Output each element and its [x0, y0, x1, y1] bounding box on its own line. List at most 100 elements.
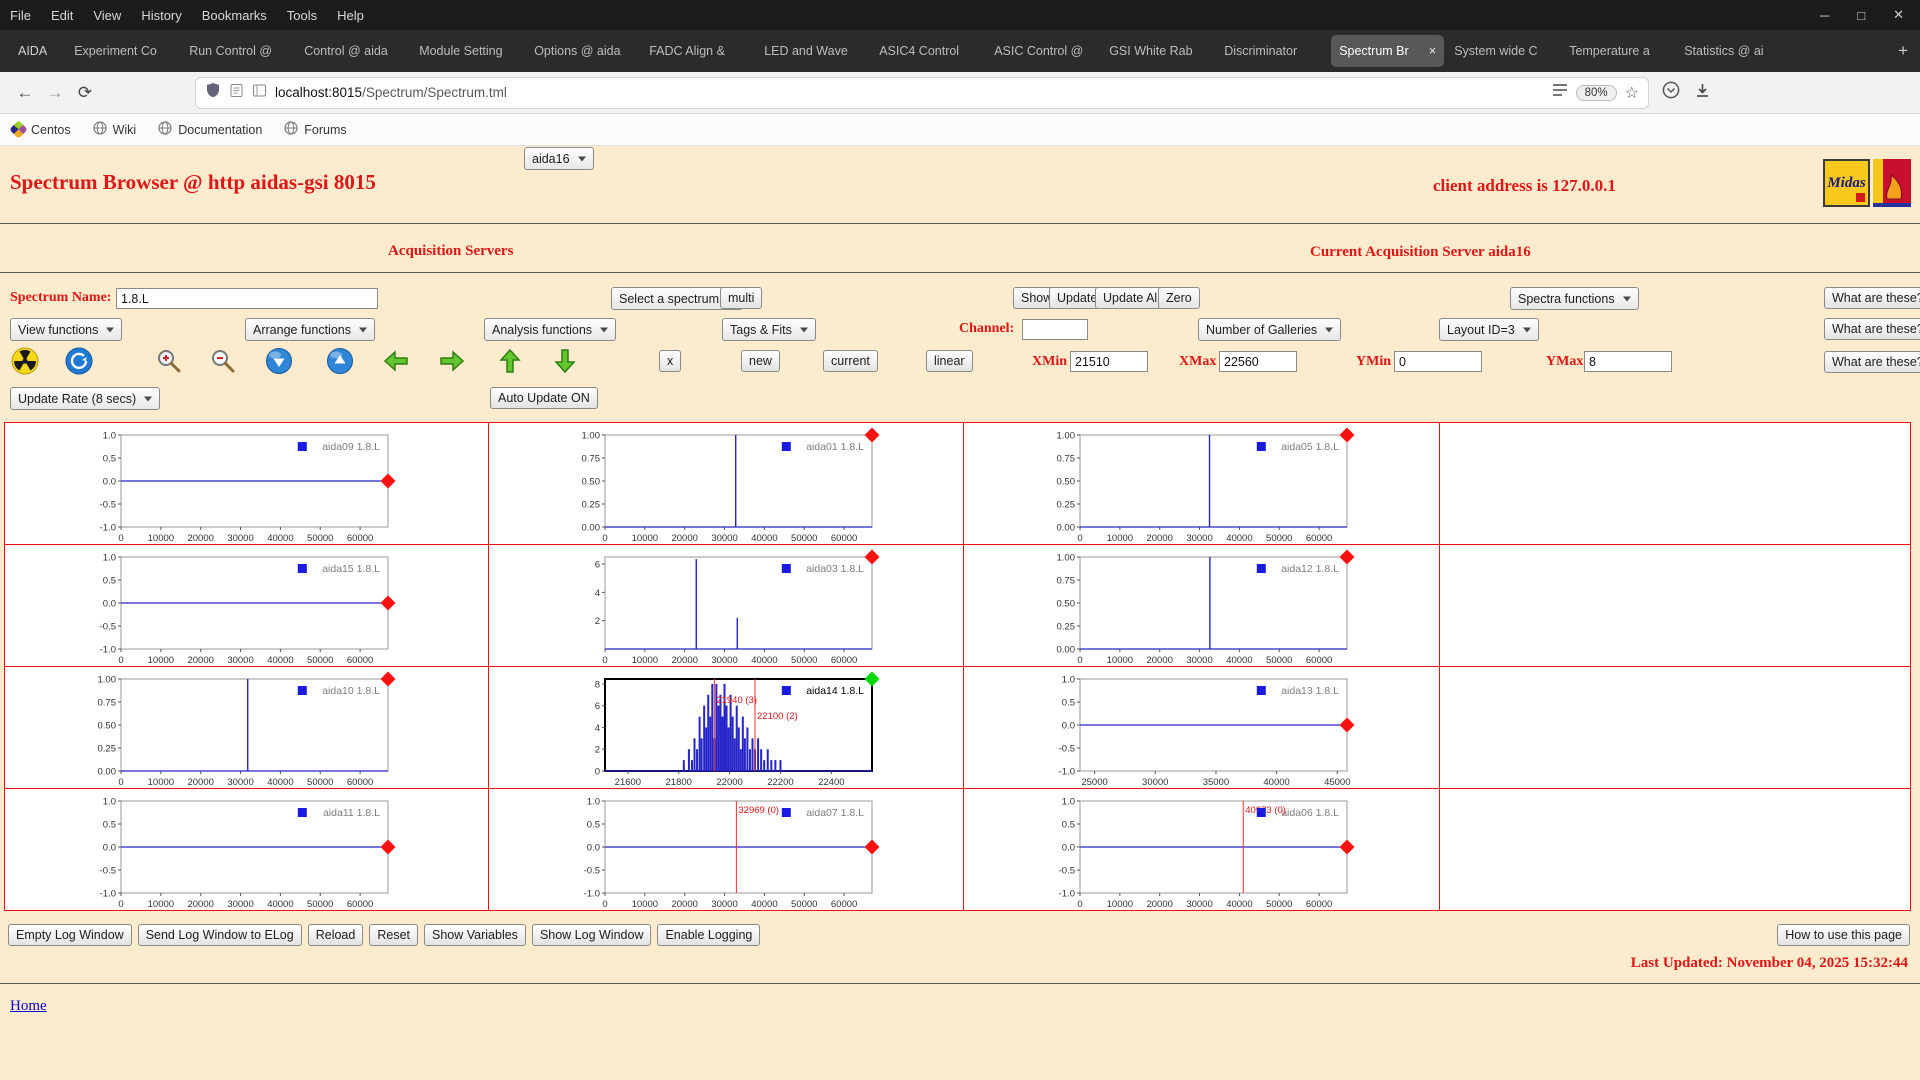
tab-fadc-align[interactable]: FADC Align & — [641, 35, 754, 67]
shield-icon[interactable] — [205, 82, 221, 103]
xmin-input[interactable] — [1070, 351, 1148, 372]
reload-button[interactable]: ⟳ — [70, 78, 100, 108]
reload-button[interactable]: Reload — [308, 924, 364, 946]
gallery-cell-aida07[interactable]: 1.00.50.0-0.5-1.001000020000300004000050… — [489, 789, 964, 911]
what-are-these-button[interactable]: What are these? — [1824, 287, 1920, 309]
radiation-icon[interactable] — [10, 346, 40, 376]
spectra-functions-dropdown[interactable]: Spectra functions — [1510, 287, 1639, 310]
spectrum-chart-aida10[interactable]: 1.000.750.500.250.0001000020000300004000… — [79, 671, 409, 789]
tab-gsi-white-rab[interactable]: GSI White Rab — [1101, 35, 1214, 67]
gallery-cell-aida14[interactable]: 86420216002180022000222002240021940 (3)2… — [489, 667, 964, 789]
gallery-cell-aida11[interactable]: 1.00.50.0-0.5-1.001000020000300004000050… — [5, 789, 489, 911]
tab-discriminator[interactable]: Discriminator — [1216, 35, 1329, 67]
tab-module-setting[interactable]: Module Setting — [411, 35, 524, 67]
tab-asic4-control[interactable]: ASIC4 Control — [871, 35, 984, 67]
sphere-down-icon[interactable] — [264, 346, 294, 376]
spectrum-chart-aida05[interactable]: 1.000.750.500.250.0001000020000300004000… — [1038, 427, 1368, 545]
spectrum-chart-aida11[interactable]: 1.00.50.0-0.5-1.001000020000300004000050… — [79, 793, 409, 911]
auto-update-button[interactable]: Auto Update ON — [490, 387, 598, 409]
tab-close-icon[interactable]: × — [1423, 44, 1436, 58]
spectrum-chart-aida14[interactable]: 86420216002180022000222002240021940 (3)2… — [563, 671, 893, 789]
show-variables-button[interactable]: Show Variables — [424, 924, 526, 946]
maximize-button[interactable]: □ — [1857, 8, 1865, 23]
gallery-cell-aida12[interactable]: 1.000.750.500.250.0001000020000300004000… — [964, 545, 1440, 667]
spectrum-chart-aida03[interactable]: 6420100002000030000400005000060000aida03… — [563, 549, 893, 667]
gallery-cell-aida13[interactable]: 1.00.50.0-0.5-1.025000300003500040000450… — [964, 667, 1440, 789]
spectrum-chart-aida13[interactable]: 1.00.50.0-0.5-1.025000300003500040000450… — [1038, 671, 1368, 789]
gallery-cell-aida01[interactable]: 1.000.750.500.250.0001000020000300004000… — [489, 423, 964, 545]
xmax-input[interactable] — [1219, 351, 1297, 372]
x-button[interactable]: x — [659, 350, 681, 372]
bookmark-centos[interactable]: Centos — [12, 123, 71, 137]
tab-options-aida[interactable]: Options @ aida — [526, 35, 639, 67]
arrow-right-icon[interactable] — [437, 346, 467, 376]
channel-input[interactable] — [1022, 319, 1088, 340]
linear-button[interactable]: linear — [926, 350, 973, 372]
menu-tools[interactable]: Tools — [277, 0, 327, 30]
what-are-these-button[interactable]: What are these? — [1824, 351, 1920, 373]
layout-id-dropdown[interactable]: Layout ID=3 — [1439, 318, 1539, 341]
menu-help[interactable]: Help — [327, 0, 374, 30]
back-button[interactable]: ← — [10, 78, 40, 108]
arrange-functions-dropdown[interactable]: Arrange functions — [245, 318, 375, 341]
how-to-use-button[interactable]: How to use this page — [1777, 924, 1910, 946]
gallery-cell-aida06[interactable]: 1.00.50.0-0.5-1.001000020000300004000050… — [964, 789, 1440, 911]
midas-logo[interactable]: Midas — [1823, 159, 1870, 207]
page-icon[interactable] — [229, 83, 244, 103]
zoom-remove-icon[interactable] — [208, 346, 238, 376]
gallery-cell-aida03[interactable]: 6420100002000030000400005000060000aida03… — [489, 545, 964, 667]
bookmark-documentation[interactable]: Documentation — [158, 121, 262, 138]
send-log-window-to-elog-button[interactable]: Send Log Window to ELog — [138, 924, 302, 946]
tab-temperature-a[interactable]: Temperature a — [1561, 35, 1674, 67]
url-field[interactable]: localhost:8015/Spectrum/Spectrum.tml 80%… — [196, 78, 1648, 108]
menu-file[interactable]: File — [0, 0, 41, 30]
spectrum-chart-aida01[interactable]: 1.000.750.500.250.0001000020000300004000… — [563, 427, 893, 545]
enable-logging-button[interactable]: Enable Logging — [657, 924, 760, 946]
menu-edit[interactable]: Edit — [41, 0, 83, 30]
what-are-these-button[interactable]: What are these? — [1824, 318, 1920, 340]
spectrum-chart-aida09[interactable]: 1.00.50.0-0.5-1.001000020000300004000050… — [79, 427, 409, 545]
tab-control-aida[interactable]: Control @ aida — [296, 35, 409, 67]
ymin-input[interactable] — [1394, 351, 1482, 372]
tags-fits-dropdown[interactable]: Tags & Fits — [722, 318, 816, 341]
arrow-down-icon[interactable] — [550, 346, 580, 376]
menu-history[interactable]: History — [131, 0, 191, 30]
flame-logo[interactable] — [1873, 159, 1911, 207]
list-icon[interactable] — [252, 83, 267, 103]
close-button[interactable]: ✕ — [1893, 7, 1904, 23]
acquisition-server-dropdown[interactable]: aida16 — [524, 147, 594, 170]
spectrum-chart-aida15[interactable]: 1.00.50.0-0.5-1.001000020000300004000050… — [79, 549, 409, 667]
view-functions-dropdown[interactable]: View functions — [10, 318, 122, 341]
current-button[interactable]: current — [823, 350, 878, 372]
water-cycle-icon[interactable] — [64, 346, 94, 376]
gallery-cell-aida05[interactable]: 1.000.750.500.250.0001000020000300004000… — [964, 423, 1440, 545]
tab-statistics-ai[interactable]: Statistics @ ai — [1676, 35, 1789, 67]
gallery-cell-aida09[interactable]: 1.00.50.0-0.5-1.001000020000300004000050… — [5, 423, 489, 545]
forward-button[interactable]: → — [40, 78, 70, 108]
tab-spectrum-br[interactable]: Spectrum Br× — [1331, 35, 1444, 67]
downloads-icon[interactable] — [1694, 82, 1711, 104]
zero-button[interactable]: Zero — [1158, 287, 1200, 309]
bookmark-wiki[interactable]: Wiki — [93, 121, 137, 138]
menu-bookmarks[interactable]: Bookmarks — [192, 0, 277, 30]
bookmark-star-icon[interactable]: ☆ — [1625, 83, 1639, 103]
gallery-cell-aida15[interactable]: 1.00.50.0-0.5-1.001000020000300004000050… — [5, 545, 489, 667]
spectrum-chart-aida12[interactable]: 1.000.750.500.250.0001000020000300004000… — [1038, 549, 1368, 667]
spectrum-chart-aida07[interactable]: 1.00.50.0-0.5-1.001000020000300004000050… — [563, 793, 893, 911]
sphere-up-icon[interactable] — [325, 346, 355, 376]
arrow-left-icon[interactable] — [381, 346, 411, 376]
spectrum-name-input[interactable] — [116, 288, 378, 309]
gallery-cell-aida10[interactable]: 1.000.750.500.250.0001000020000300004000… — [5, 667, 489, 789]
update-rate-dropdown[interactable]: Update Rate (8 secs) — [10, 387, 160, 410]
tab-system-wide-c[interactable]: System wide C — [1446, 35, 1559, 67]
spectrum-chart-aida06[interactable]: 1.00.50.0-0.5-1.001000020000300004000050… — [1038, 793, 1368, 911]
tab-run-control[interactable]: Run Control @ — [181, 35, 294, 67]
zoom-level-badge[interactable]: 80% — [1576, 85, 1617, 101]
ymax-input[interactable] — [1584, 351, 1672, 372]
save-to-pocket-icon[interactable] — [1662, 81, 1680, 104]
number-of-galleries-dropdown[interactable]: Number of Galleries — [1198, 318, 1341, 341]
minimize-button[interactable]: ─ — [1820, 8, 1829, 23]
new-button[interactable]: new — [741, 350, 780, 372]
menu-view[interactable]: View — [83, 0, 131, 30]
arrow-up-icon[interactable] — [495, 346, 525, 376]
